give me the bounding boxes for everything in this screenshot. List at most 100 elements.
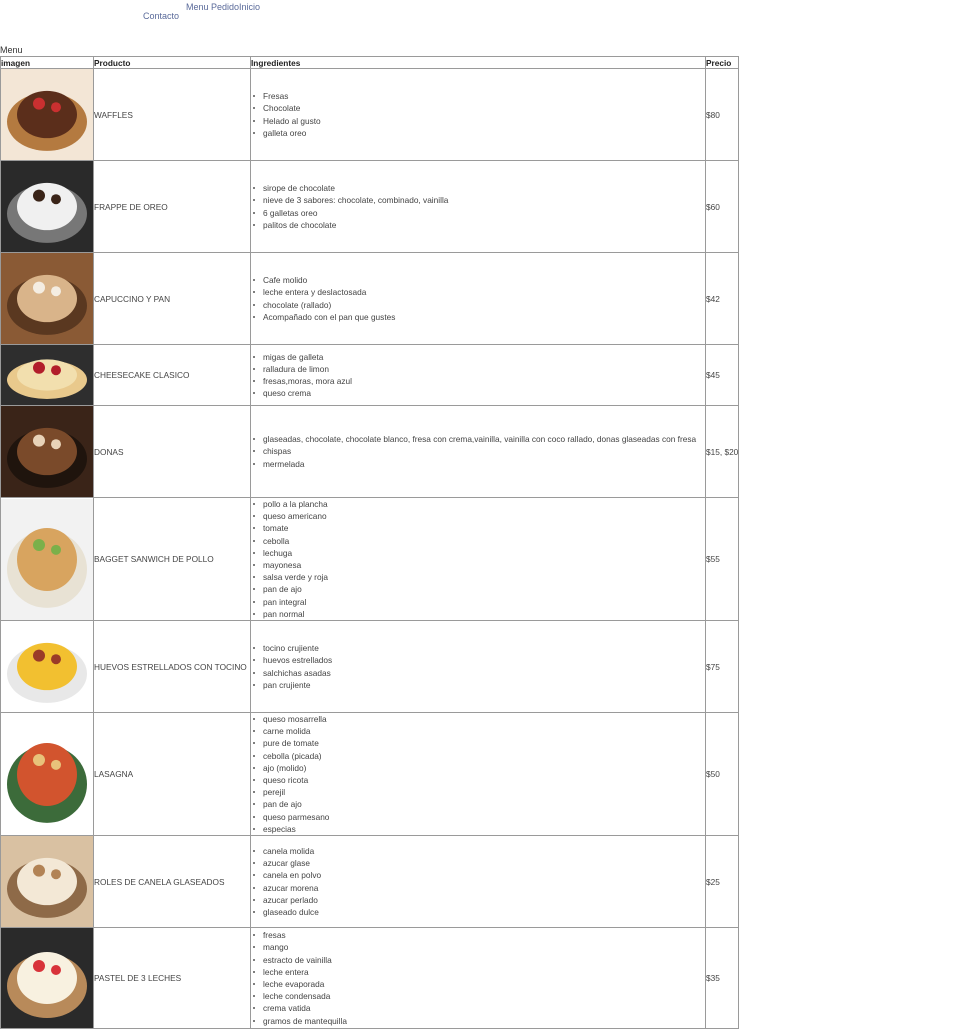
ingredient-item: Cafe molido [253,274,705,286]
ingredient-item: pan integral [253,596,705,608]
product-price: $75 [704,620,740,714]
product-image-cell [0,405,94,498]
product-name: FRAPPE DE OREO [93,160,251,253]
product-name: HUEVOS ESTRELLADOS CON TOCINO [93,620,251,714]
ingredient-item: mayonesa [253,559,705,571]
ingredient-item: Fresas [253,90,705,102]
nav-link-menu-pedido-inicio[interactable]: Menu PedidoInicio [186,2,260,12]
ingredient-item: cebolla (picada) [253,750,705,762]
ingredient-item: pan de ajo [253,798,705,810]
ingredient-item: especias [253,823,705,835]
ingredient-item: pan normal [253,608,705,620]
ingredient-item: palitos de chocolate [253,219,705,231]
ingredient-item: tocino crujiente [253,642,705,654]
product-name: LASAGNA [93,712,251,837]
table-row: DONAS glaseadas, chocolate, chocolate bla… [0,405,740,498]
header-producto: Producto [93,56,251,69]
ingredient-item: carne molida [253,725,705,737]
product-price: $45 [704,344,740,406]
ingredients-cell: Cafe molido leche entera y deslactosada ch… [250,252,706,345]
product-price: $80 [704,68,740,161]
table-row: PASTEL DE 3 LECHES fresas mango estracto de… [0,927,740,1029]
product-image-cell [0,835,94,929]
ingredient-item: Acompañado con el pan que gustes [253,311,705,323]
ingredients-list: glaseadas, chocolate, chocolate blanco, … [252,433,705,470]
ingredient-item: nieve de 3 sabores: chocolate, combinado… [253,194,705,206]
product-image-cell [0,620,94,714]
product-price: $35 [704,927,740,1029]
product-name: CHEESECAKE CLASICO [93,344,251,406]
product-image-cell [0,160,94,253]
ingredient-item: estracto de vainilla [253,954,705,966]
product-image [1,928,93,1029]
ingredient-item: mermelada [253,458,705,470]
product-name: BAGGET SANWICH DE POLLO [93,496,251,622]
ingredient-item: galleta oreo [253,127,705,139]
ingredient-item: salchichas asadas [253,667,705,679]
menu-table: imagen Producto Ingredientes Precio WAFF… [0,56,740,1029]
ingredient-item: azucar morena [253,882,705,894]
ingredient-item: queso crema [253,387,705,399]
table-row: LASAGNA queso mosarrella carne molida pure … [0,712,740,837]
ingredients-list: fresas mango estracto de vainilla leche ent… [252,929,705,1027]
ingredient-item: queso ricota [253,774,705,786]
ingredient-item: ralladura de limon [253,363,705,375]
table-header-row: imagen Producto Ingredientes Precio [0,56,740,69]
ingredient-item: pan crujiente [253,679,705,691]
ingredient-item: glaseado dulce [253,906,705,918]
ingredients-cell: queso mosarrella carne molida pure de toma… [250,712,706,837]
ingredient-item: queso mosarrella [253,714,705,726]
ingredients-cell: Fresas Chocolate Helado al gusto galleta or… [250,68,706,161]
table-row: WAFFLES Fresas Chocolate Helado al gusto gal… [0,68,740,161]
ingredient-item: ajo (molido) [253,762,705,774]
ingredient-item: sirope de chocolate [253,182,705,194]
product-image [1,621,93,713]
product-image-cell [0,712,94,837]
ingredients-cell: glaseadas, chocolate, chocolate blanco, … [250,405,706,498]
product-image [1,161,93,252]
product-image [1,836,93,928]
ingredient-item: queso parmesano [253,811,705,823]
table-caption: Menu [0,45,23,55]
ingredient-item: cebolla [253,535,705,547]
nav-link-contacto[interactable]: Contacto [143,11,179,21]
header-imagen: imagen [0,56,94,69]
product-image-cell [0,252,94,345]
product-image [1,498,93,620]
ingredient-item: pure de tomate [253,737,705,749]
ingredient-item: huevos estrellados [253,654,705,666]
ingredient-item: salsa verde y roja [253,571,705,583]
table-row: CHEESECAKE CLASICO migas de galleta rallad… [0,344,740,406]
ingredients-list: migas de galleta ralladura de limon fresas… [252,351,705,400]
ingredient-item: canela en polvo [253,869,705,881]
ingredients-cell: tocino crujiente huevos estrellados salchi… [250,620,706,714]
ingredients-list: canela molida azucar glase canela en polvo… [252,845,705,918]
ingredient-item: tomate [253,522,705,534]
ingredients-list: queso mosarrella carne molida pure de toma… [252,714,705,835]
table-row: FRAPPE DE OREO sirope de chocolate nieve d… [0,160,740,253]
ingredients-cell: canela molida azucar glase canela en polvo… [250,835,706,929]
ingredients-cell: migas de galleta ralladura de limon fresas… [250,344,706,406]
ingredient-item: chispas [253,445,705,457]
ingredient-item: lechuga [253,547,705,559]
ingredient-item: leche condensada [253,990,705,1002]
product-image [1,713,93,835]
product-name: ROLES DE CANELA GLASEADOS [93,835,251,929]
ingredient-item: chocolate (rallado) [253,299,705,311]
ingredient-item: Chocolate [253,102,705,114]
product-price: $42 [704,252,740,345]
ingredient-item: pollo a la plancha [253,499,705,511]
ingredient-item: perejil [253,786,705,798]
ingredients-cell: pollo a la plancha queso americano tomate c… [250,496,706,622]
ingredient-item: queso americano [253,510,705,522]
ingredients-list: tocino crujiente huevos estrellados salchi… [252,642,705,691]
ingredient-item: azucar perlado [253,894,705,906]
ingredient-item: mango [253,941,705,953]
product-name: CAPUCCINO Y PAN [93,252,251,345]
ingredients-cell: sirope de chocolate nieve de 3 sabores: c… [250,160,706,253]
ingredient-item: Helado al gusto [253,115,705,127]
ingredient-item: glaseadas, chocolate, chocolate blanco, … [253,433,705,445]
ingredient-item: migas de galleta [253,351,705,363]
ingredients-list: Cafe molido leche entera y deslactosada ch… [252,274,705,323]
product-price: $25 [704,835,740,929]
